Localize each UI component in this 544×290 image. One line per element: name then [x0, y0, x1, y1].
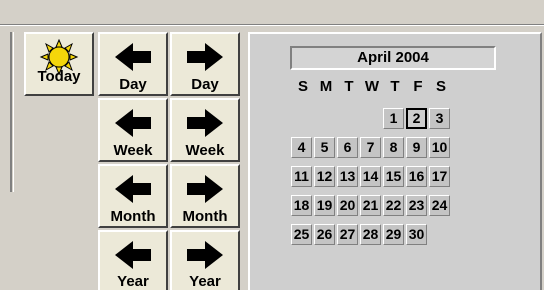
prev-day-label: Day	[119, 76, 147, 93]
right-arrow-icon	[185, 40, 225, 74]
day-cell[interactable]: 8	[383, 137, 404, 158]
day-cell[interactable]: 30	[406, 224, 427, 245]
day-cell[interactable]: 28	[360, 224, 381, 245]
day-cell[interactable]: 27	[337, 224, 358, 245]
day-cell[interactable]: 15	[383, 166, 404, 187]
day-cell[interactable]: 21	[360, 195, 381, 216]
next-week-button[interactable]: Week	[170, 98, 240, 162]
day-cell[interactable]: 9	[406, 137, 427, 158]
next-day-button[interactable]: Day	[170, 32, 240, 96]
day-cell[interactable]: 7	[360, 137, 381, 158]
left-arrow-icon	[113, 172, 153, 206]
day-cell[interactable]: 24	[429, 195, 450, 216]
day-cell[interactable]: 2	[406, 108, 427, 129]
right-arrow-icon	[185, 172, 225, 206]
month-title: April 2004	[290, 46, 496, 70]
day-cell[interactable]: 17	[429, 166, 450, 187]
prev-week-label: Week	[113, 142, 153, 159]
day-cell[interactable]: 4	[291, 137, 312, 158]
calendar-panel: April 2004 S M T W T F S 1 2 3 4 5 6 7 8 9 10 11 12…	[248, 32, 542, 290]
left-arrow-icon	[113, 40, 153, 74]
day-cell[interactable]: 14	[360, 166, 381, 187]
day-cell[interactable]: 1	[383, 108, 404, 129]
left-panel-edge	[0, 32, 14, 192]
day-cell[interactable]: 5	[314, 137, 335, 158]
next-day-label: Day	[191, 76, 219, 93]
day-cell[interactable]: 3	[429, 108, 450, 129]
day-cell[interactable]: 12	[314, 166, 335, 187]
prev-month-button[interactable]: Month	[98, 164, 168, 228]
day-cell[interactable]: 13	[337, 166, 358, 187]
weekday-sat: S	[435, 78, 446, 95]
next-month-button[interactable]: Month	[170, 164, 240, 228]
toolbar-strip	[0, 0, 544, 26]
day-cell[interactable]: 18	[291, 195, 312, 216]
weekday-tue: T	[344, 78, 354, 95]
day-cell[interactable]: 23	[406, 195, 427, 216]
weekday-fri: F	[413, 78, 423, 95]
right-arrow-icon	[185, 106, 225, 140]
weekday-thu: T	[390, 78, 400, 95]
prev-year-button[interactable]: Year	[98, 230, 168, 290]
day-cell[interactable]: 11	[291, 166, 312, 187]
day-cell[interactable]: 10	[429, 137, 450, 158]
right-arrow-icon	[185, 238, 225, 271]
day-cell[interactable]: 29	[383, 224, 404, 245]
day-cell[interactable]: 26	[314, 224, 335, 245]
today-label: Today	[37, 68, 81, 85]
next-month-label: Month	[182, 208, 228, 225]
weekday-sun: S	[297, 78, 308, 95]
day-cell[interactable]: 16	[406, 166, 427, 187]
prev-year-label: Year	[117, 273, 149, 290]
prev-month-label: Month	[110, 208, 156, 225]
next-year-button[interactable]: Year	[170, 230, 240, 290]
next-week-label: Week	[185, 142, 225, 159]
left-arrow-icon	[113, 106, 153, 140]
prev-week-button[interactable]: Week	[98, 98, 168, 162]
day-cell[interactable]: 22	[383, 195, 404, 216]
prev-day-button[interactable]: Day	[98, 32, 168, 96]
day-cell[interactable]: 25	[291, 224, 312, 245]
day-cell[interactable]: 6	[337, 137, 358, 158]
left-arrow-icon	[113, 238, 153, 271]
next-year-label: Year	[189, 273, 221, 290]
weekday-wed: W	[364, 78, 380, 95]
day-cell[interactable]: 20	[337, 195, 358, 216]
day-cell[interactable]: 19	[314, 195, 335, 216]
weekday-mon: M	[319, 78, 333, 95]
today-button[interactable]: Today	[24, 32, 94, 96]
